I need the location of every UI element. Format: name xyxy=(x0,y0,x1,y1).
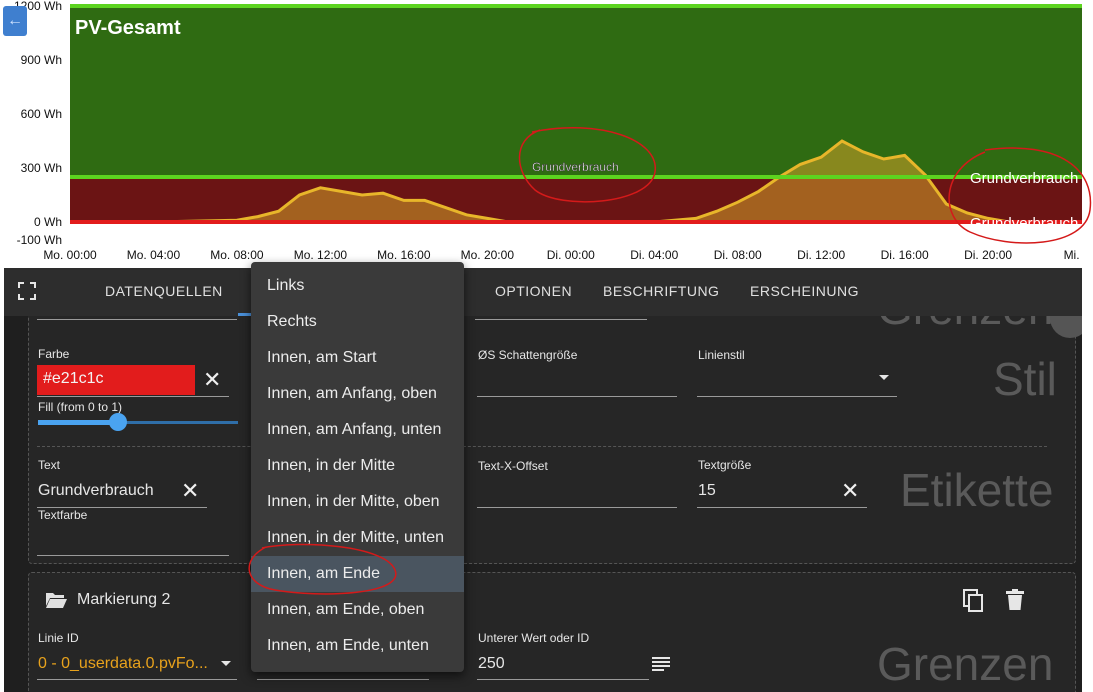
lower-value-underline xyxy=(477,679,649,680)
tab-beschriftung[interactable]: Beschriftung xyxy=(603,268,719,316)
menu-item-innen-mitte[interactable]: Innen, in der Mitte xyxy=(251,448,464,484)
x-tick-label: Di. 12:00 xyxy=(797,248,845,262)
color-underline xyxy=(37,396,229,397)
fill-slider-thumb[interactable] xyxy=(109,413,127,431)
editor-panel: Grenzen Farbe #e21c1c ✕ Fill (from 0 to … xyxy=(4,268,1082,692)
section-watermark-grenzen: Grenzen xyxy=(877,638,1054,690)
menu-item-innen-anfang-oben[interactable]: Innen, am Anfang, oben xyxy=(251,376,464,412)
menu-item-innen-mitte-oben[interactable]: Innen, in der Mitte, oben xyxy=(251,484,464,520)
chart-svg: 1200 Wh900 Wh600 Wh300 Wh0 Wh-100 WhMo. … xyxy=(14,0,1082,262)
x-tick-label: Mo. 20:00 xyxy=(461,248,515,262)
color-field[interactable]: #e21c1c xyxy=(37,365,195,395)
text-label: Text xyxy=(38,458,61,472)
y-tick-label: 0 Wh xyxy=(34,215,62,229)
green-band xyxy=(70,6,1082,177)
section-watermark-etikette: Etikette xyxy=(900,464,1054,516)
prev-field-underline xyxy=(37,319,237,320)
linestyle-label: Linienstil xyxy=(698,348,745,362)
text-value[interactable]: Grundverbrauch xyxy=(38,482,154,500)
x-tick-label: Di. 00:00 xyxy=(547,248,595,262)
line-id-value[interactable]: 0 - 0_userdata.0.pvFo... xyxy=(38,655,212,673)
xoffset-input[interactable] xyxy=(477,507,677,508)
arrow-left-icon: ← xyxy=(7,12,23,29)
line-id-label: Linie ID xyxy=(38,631,79,645)
x-tick-label: Mo. 04:00 xyxy=(127,248,181,262)
color-clear-icon[interactable]: ✕ xyxy=(203,369,221,391)
mark-label-green: Grundverbrauch xyxy=(970,170,1078,187)
tab-bar: Datenquellen Optionen Beschriftung Ersch… xyxy=(4,268,1082,316)
shadow-label: ØS Schattengröße xyxy=(478,348,578,362)
list-icon[interactable] xyxy=(652,657,670,676)
color-value: #e21c1c xyxy=(43,370,104,387)
lower-value[interactable]: 250 xyxy=(478,655,505,673)
menu-item-innen-ende[interactable]: Innen, am Ende xyxy=(251,556,464,592)
x-tick-label: Mo. 16:00 xyxy=(377,248,431,262)
menu-item-rechts[interactable]: Rechts xyxy=(251,304,464,340)
fill-slider[interactable] xyxy=(38,413,238,431)
menu-item-innen-ende-unten[interactable]: Innen, am Ende, unten xyxy=(251,628,464,664)
y-tick-label: 600 Wh xyxy=(21,107,62,121)
fill-slider-fill xyxy=(38,420,118,425)
tab-optionen[interactable]: Optionen xyxy=(495,268,572,316)
chevron-down-icon[interactable] xyxy=(879,375,889,380)
y-tick-label: 900 Wh xyxy=(21,53,62,67)
y-tick-label: 300 Wh xyxy=(21,161,62,175)
chart-title: PV-Gesamt xyxy=(75,17,181,39)
textcolor-input[interactable] xyxy=(37,555,229,556)
folder-open-icon xyxy=(45,591,67,614)
mark2-section: Markierung 2 Linie ID 0 - 0_userdata.0.p… xyxy=(28,572,1076,692)
menu-item-links[interactable]: Links xyxy=(251,268,464,304)
linestyle-select[interactable] xyxy=(697,396,897,397)
delete-icon[interactable] xyxy=(1006,589,1024,616)
x-tick-label: Di. 08:00 xyxy=(714,248,762,262)
x-tick-label: Mo. 00:00 xyxy=(43,248,97,262)
x-tick-label: Di. 16:00 xyxy=(881,248,929,262)
tab-datenquellen[interactable]: Datenquellen xyxy=(105,268,223,316)
mark2-title: Markierung 2 xyxy=(77,591,171,608)
shadow-input[interactable] xyxy=(477,396,677,397)
menu-item-innen-ende-oben[interactable]: Innen, am Ende, oben xyxy=(251,592,464,628)
tab-erscheinung[interactable]: Erscheinung xyxy=(750,268,859,316)
chevron-down-icon[interactable] xyxy=(221,661,231,666)
mark-label-red: Grundverbrauch xyxy=(970,215,1078,232)
x-tick-label: Di. 04:00 xyxy=(630,248,678,262)
y-tick-label: -100 Wh xyxy=(17,233,62,247)
preview-label: Grundverbrauch xyxy=(532,160,619,174)
line-id-underline xyxy=(37,679,237,680)
section-watermark-stil: Stil xyxy=(993,353,1057,405)
x-tick-label: Mo. 12:00 xyxy=(294,248,348,262)
menu-item-innen-anfang-unten[interactable]: Innen, am Anfang, unten xyxy=(251,412,464,448)
hidden-field-underline xyxy=(257,679,429,680)
label-position-menu: Links Rechts Innen, am Start Innen, am A… xyxy=(251,262,464,672)
x-tick-label: Mi. xyxy=(1064,248,1080,262)
menu-item-innen-start[interactable]: Innen, am Start xyxy=(251,340,464,376)
menu-item-innen-mitte-unten[interactable]: Innen, in der Mitte, unten xyxy=(251,520,464,556)
fill-label: Fill (from 0 to 1) xyxy=(38,400,123,414)
style-section: Grenzen Farbe #e21c1c ✕ Fill (from 0 to … xyxy=(28,282,1076,564)
text-clear-icon[interactable]: ✕ xyxy=(181,480,199,502)
x-tick-label: Mo. 08:00 xyxy=(210,248,264,262)
prev-field-underline-2 xyxy=(475,319,647,320)
section-divider xyxy=(37,446,1047,447)
x-tick-label: Di. 20:00 xyxy=(964,248,1012,262)
xoffset-label: Text-X-Offset xyxy=(478,459,548,473)
textsize-underline xyxy=(697,507,867,508)
fullscreen-icon[interactable] xyxy=(18,282,38,302)
chart-area: 1200 Wh 900 Wh 600 Wh 300 Wh 0 Wh -100 Wh Mo. … xyxy=(0,0,1093,268)
color-label: Farbe xyxy=(38,347,70,361)
lower-value-label: Unterer Wert oder ID xyxy=(478,631,590,645)
back-button[interactable]: ← xyxy=(3,6,27,36)
textsize-clear-icon[interactable]: ✕ xyxy=(841,480,859,502)
textsize-value[interactable]: 15 xyxy=(698,482,716,500)
textsize-label: Textgröße xyxy=(698,458,752,472)
textcolor-label: Textfarbe xyxy=(38,508,88,522)
copy-icon[interactable] xyxy=(963,589,985,618)
